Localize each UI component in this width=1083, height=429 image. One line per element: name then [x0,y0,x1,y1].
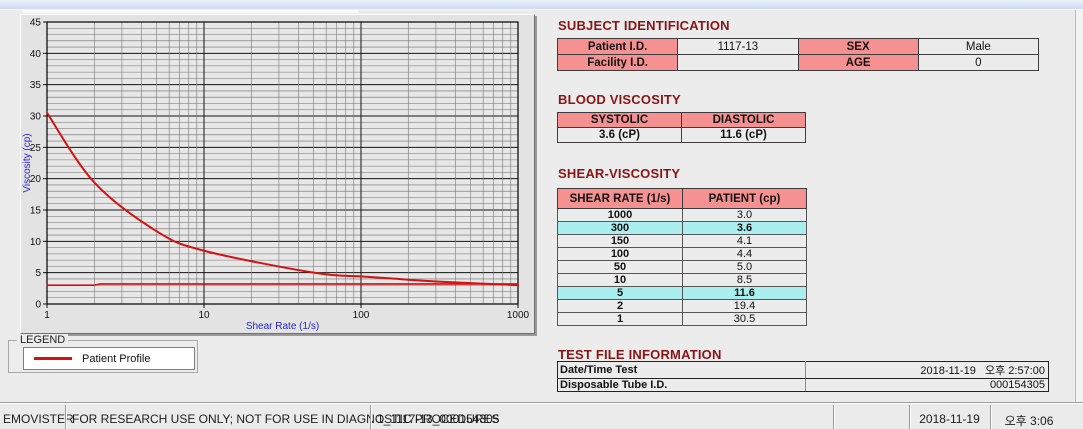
diastolic-header: DIASTOLIC [681,112,806,128]
patient-value-cell: 4.4 [682,247,807,261]
patient-value-cell: 3.0 [682,208,807,222]
disposable-tube-id-label: Disposable Tube I.D. [557,378,806,392]
sex-value: Male [917,38,1040,55]
current-file-name: 1_1117-13_000154305 [377,412,500,426]
table-row: Facility I.D. AGE 0 [556,54,1040,71]
viscosity-chart-panel: 1 10 100 1000 0 5 10 15 20 25 30 35 40 45 Shear Rate (… [20,14,535,334]
table-row: Patient I.D. 1117-13 SEX Male [556,38,1040,55]
status-date: 2018-11-19 [919,412,980,426]
age-label: AGE [797,54,919,71]
diastolic-value: 11.6 (cP) [681,127,806,143]
blood-viscosity-table: SYSTOLIC DIASTOLIC 3.6 (cP) 11.6 (cP) [557,112,806,143]
facility-id-value [677,54,799,71]
subject-identification-heading: SUBJECT IDENTIFICATION [558,18,730,33]
date-time-test-value: 2018-11-19 오후 2:57:00 [805,361,1049,379]
svg-text:5: 5 [35,268,41,279]
table-row: 300 3.6 [557,221,807,235]
status-divider [370,405,372,429]
table-row: 2 19.4 [557,299,807,313]
table-row: 150 4.1 [557,234,807,248]
patient-header: PATIENT (cp) [682,188,807,209]
patient-value-cell: 30.5 [682,312,807,326]
shear-rate-cell: 100 [557,247,683,261]
svg-text:10: 10 [198,310,210,321]
svg-text:10: 10 [30,237,42,248]
svg-text:35: 35 [30,80,42,91]
legend-title: LEGEND [17,334,69,346]
table-row: 1 30.5 [557,312,807,326]
age-value: 0 [917,54,1040,71]
svg-text:30: 30 [30,112,42,123]
patient-value-cell: 19.4 [682,299,807,313]
svg-text:1000: 1000 [507,310,530,321]
app-name: EMOVISTER [3,412,74,426]
disposable-tube-id-value: 000154305 [805,378,1049,392]
patient-id-label: Patient I.D. [556,38,679,55]
table-row: 1000 3.0 [557,208,807,222]
svg-text:100: 100 [353,310,370,321]
shear-viscosity-heading: SHEAR-VISCOSITY [558,166,681,181]
shear-viscosity-table: SHEAR RATE (1/s) PATIENT (cp) 1000 3.0 30… [557,188,807,326]
table-row: 10 8.5 [557,273,807,287]
patient-profile-line-swatch [34,357,72,360]
shear-rate-cell: 1 [557,312,683,326]
shear-rate-cell: 300 [557,221,683,235]
svg-text:15: 15 [30,206,42,217]
status-time: 오후 3:06 [1004,414,1054,428]
panel-top-highlight [22,10,358,13]
shear-rate-cell: 1000 [557,208,683,222]
shear-rate-header: SHEAR RATE (1/s) [557,188,683,209]
table-row: 5 11.6 [557,286,807,300]
patient-profile-label: Patient Profile [82,352,151,365]
svg-text:0: 0 [35,300,41,311]
status-bar: EMOVISTER FOR RESEARCH USE ONLY; NOT FOR… [0,402,1083,429]
patient-id-value: 1117-13 [677,38,799,55]
status-divider [65,405,67,429]
systolic-value: 3.6 (cP) [557,127,682,143]
legend-entry: Patient Profile [23,347,195,370]
window-top-bar [0,0,1083,10]
table-row: 3.6 (cP) 11.6 (cP) [557,127,806,143]
patient-value-cell: 4.1 [682,234,807,248]
facility-id-label: Facility I.D. [556,54,679,71]
test-file-information-heading: TEST FILE INFORMATION [558,347,722,362]
table-row: SYSTOLIC DIASTOLIC [557,112,806,128]
systolic-header: SYSTOLIC [557,112,682,128]
right-edge-strip [1075,10,1083,402]
table-row: SHEAR RATE (1/s) PATIENT (cp) [557,188,807,209]
patient-value-cell: 8.5 [682,273,807,287]
shear-viscosity-chart: 1 10 100 1000051015202530354045Shear Rate (… [22,18,530,332]
shear-rate-cell: 50 [557,260,683,274]
sex-label: SEX [797,38,919,55]
legend-groupbox: LEGEND Patient Profile [8,334,198,373]
svg-text:Viscosity (cp): Viscosity (cp) [22,133,33,192]
table-row: 50 5.0 [557,260,807,274]
table-row: Date/Time Test 2018-11-19 오후 2:57:00 [557,361,1049,379]
svg-text:40: 40 [30,49,42,60]
table-row: Disposable Tube I.D. 000154305 [557,378,1049,392]
shear-rate-cell: 10 [557,273,683,287]
shear-rate-cell: 2 [557,299,683,313]
svg-text:1: 1 [44,310,50,321]
table-row: 100 4.4 [557,247,807,261]
subject-identification-table: Patient I.D. 1117-13 SEX Male Facility I… [556,38,1040,71]
patient-value-cell: 11.6 [682,286,807,300]
status-divider [833,405,835,429]
patient-value-cell: 5.0 [682,260,807,274]
blood-viscosity-heading: BLOOD VISCOSITY [558,92,681,107]
shear-rate-cell: 150 [557,234,683,248]
date-time-test-label: Date/Time Test [557,361,806,379]
test-file-information-table: Date/Time Test 2018-11-19 오후 2:57:00 Dis… [557,361,1049,392]
svg-text:45: 45 [30,18,42,29]
shear-rate-cell: 5 [557,286,683,300]
patient-value-cell: 3.6 [682,221,807,235]
svg-text:Shear Rate (1/s): Shear Rate (1/s) [246,321,319,331]
